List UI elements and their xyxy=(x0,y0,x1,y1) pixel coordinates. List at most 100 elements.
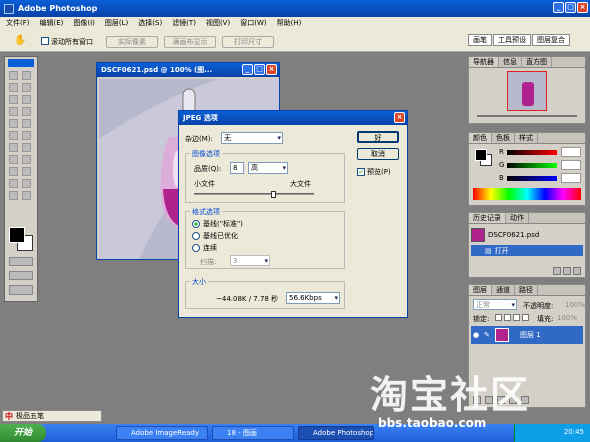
gradient-tool-icon[interactable] xyxy=(22,131,31,140)
hand-tool-icon[interactable]: ✋ xyxy=(14,35,26,46)
quality-slider-track[interactable] xyxy=(194,191,314,198)
dodge-tool-icon[interactable] xyxy=(22,143,31,152)
history-brush-tool-icon[interactable] xyxy=(22,119,31,128)
blue-slider[interactable] xyxy=(507,176,557,181)
clone-stamp-tool-icon[interactable] xyxy=(9,119,18,128)
ok-button[interactable]: 好 xyxy=(357,131,399,143)
start-button[interactable]: 开始 xyxy=(0,424,46,442)
fg-color-chip[interactable] xyxy=(475,149,487,161)
document-title-bar[interactable]: DSCF0621.psd @ 100% (图... _ □ × xyxy=(97,63,279,77)
speed-select[interactable]: 56.6Kbps xyxy=(286,292,340,304)
move-tool-icon[interactable] xyxy=(22,71,31,80)
quick-mask-icons[interactable] xyxy=(9,257,33,266)
red-slider[interactable] xyxy=(507,150,557,155)
magic-wand-tool-icon[interactable] xyxy=(22,83,31,92)
matte-select[interactable]: 无 xyxy=(221,132,283,144)
notes-tool-icon[interactable] xyxy=(9,179,18,188)
lock-transparency-icon[interactable] xyxy=(495,314,502,321)
tab-info[interactable]: 信息 xyxy=(499,57,522,67)
lasso-tool-icon[interactable] xyxy=(9,83,18,92)
blend-mode-select[interactable]: 正常 xyxy=(473,299,517,310)
zoom-slider[interactable] xyxy=(477,115,577,117)
quality-slider-thumb[interactable] xyxy=(271,191,277,198)
actual-pixels-button[interactable]: 实际像素 xyxy=(106,36,158,48)
eyedropper-tool-icon[interactable] xyxy=(22,179,31,188)
menu-edit[interactable]: 编辑(E) xyxy=(40,17,64,30)
history-step-open[interactable]: ▤ 打开 xyxy=(471,245,583,256)
close-icon[interactable]: × xyxy=(577,2,588,13)
opacity-value[interactable]: 100% xyxy=(565,301,585,309)
menu-image[interactable]: 图像(I) xyxy=(73,17,95,30)
r-value-input[interactable] xyxy=(561,147,581,157)
taskbar-item-photoshop[interactable]: Adobe Photoshop xyxy=(298,426,374,440)
format-baseline-radio[interactable]: 基线("标准") xyxy=(192,219,243,229)
ime-name[interactable]: 极品五笔 xyxy=(16,411,44,421)
tab-color[interactable]: 颜色 xyxy=(469,133,492,143)
menu-filter[interactable]: 滤镜(T) xyxy=(172,17,196,30)
shape-tool-icon[interactable] xyxy=(22,167,31,176)
zoom-tool-icon[interactable] xyxy=(22,191,31,200)
dialog-close-icon[interactable]: × xyxy=(394,112,405,123)
tab-actions[interactable]: 动作 xyxy=(506,213,529,223)
g-value-input[interactable] xyxy=(561,160,581,170)
slice-tool-icon[interactable] xyxy=(22,95,31,104)
pen-tool-icon[interactable] xyxy=(9,167,18,176)
lock-all-icon[interactable] xyxy=(522,314,529,321)
menu-window[interactable]: 窗口(W) xyxy=(240,17,266,30)
blur-tool-icon[interactable] xyxy=(9,143,18,152)
menu-layer[interactable]: 图层(L) xyxy=(105,17,128,30)
tab-histogram[interactable]: 直方图 xyxy=(522,57,552,67)
quality-input[interactable]: 8 xyxy=(230,162,244,174)
navigator-thumbnail[interactable] xyxy=(507,71,547,111)
trash-icon[interactable] xyxy=(573,267,581,275)
doc-minimize-icon[interactable]: _ xyxy=(242,64,253,75)
print-size-button[interactable]: 打印尺寸 xyxy=(222,36,274,48)
fill-value[interactable]: 100% xyxy=(557,314,577,322)
lock-image-icon[interactable] xyxy=(504,314,511,321)
tab-tool-presets[interactable]: 工具预设 xyxy=(493,34,531,46)
fit-screen-button[interactable]: 满画布显示 xyxy=(164,36,216,48)
minimize-icon[interactable]: _ xyxy=(553,2,564,13)
tab-brushes[interactable]: 画笔 xyxy=(468,34,492,46)
tab-channels[interactable]: 通道 xyxy=(492,285,515,295)
imageready-jump-icon[interactable] xyxy=(9,285,33,295)
taskbar-item-paint[interactable]: 18 - 图画 xyxy=(212,426,294,440)
layer-row[interactable]: ● ✎ 图层 1 xyxy=(471,326,583,344)
eraser-tool-icon[interactable] xyxy=(9,131,18,140)
screen-mode-icons[interactable] xyxy=(9,271,33,280)
scans-select[interactable]: 3 xyxy=(230,255,270,266)
doc-close-icon[interactable]: × xyxy=(266,64,277,75)
marquee-tool-icon[interactable] xyxy=(9,71,18,80)
menu-help[interactable]: 帮助(H) xyxy=(277,17,302,30)
tab-navigator[interactable]: 导航器 xyxy=(469,57,499,67)
quality-level-select[interactable]: 高 xyxy=(248,162,288,174)
tab-paths[interactable]: 路径 xyxy=(515,285,538,295)
lock-position-icon[interactable] xyxy=(513,314,520,321)
crop-tool-icon[interactable] xyxy=(9,95,18,104)
menu-file[interactable]: 文件(F) xyxy=(6,17,30,30)
foreground-color-swatch[interactable] xyxy=(9,227,25,243)
dialog-title-bar[interactable]: JPEG 选项 × xyxy=(179,111,407,125)
tab-swatches[interactable]: 色板 xyxy=(492,133,515,143)
tab-styles[interactable]: 样式 xyxy=(515,133,538,143)
history-snapshot[interactable]: DSCF0621.psd xyxy=(471,226,583,244)
format-progressive-radio[interactable]: 连续 xyxy=(192,243,217,253)
healing-brush-tool-icon[interactable] xyxy=(9,107,18,116)
clock[interactable]: 20:45 xyxy=(564,428,584,436)
preview-checkbox[interactable]: ✓ 预览(P) xyxy=(357,167,391,177)
menu-select[interactable]: 选择(S) xyxy=(138,17,162,30)
taskbar-item-imageready[interactable]: Adobe ImageReady xyxy=(116,426,208,440)
tab-layer-comps[interactable]: 图层复合 xyxy=(532,34,570,46)
type-tool-icon[interactable] xyxy=(22,155,31,164)
ime-icon[interactable]: 中 xyxy=(5,411,13,422)
path-select-tool-icon[interactable] xyxy=(9,155,18,164)
green-slider[interactable] xyxy=(507,163,557,168)
doc-maximize-icon[interactable]: □ xyxy=(254,64,265,75)
format-optimized-radio[interactable]: 基线已优化 xyxy=(192,231,238,241)
menu-view[interactable]: 视图(V) xyxy=(206,17,230,30)
color-spectrum-bar[interactable] xyxy=(473,188,581,200)
new-snapshot-icon[interactable] xyxy=(563,267,571,275)
brush-tool-icon[interactable] xyxy=(22,107,31,116)
tab-history[interactable]: 历史记录 xyxy=(469,213,506,223)
new-document-icon[interactable] xyxy=(553,267,561,275)
